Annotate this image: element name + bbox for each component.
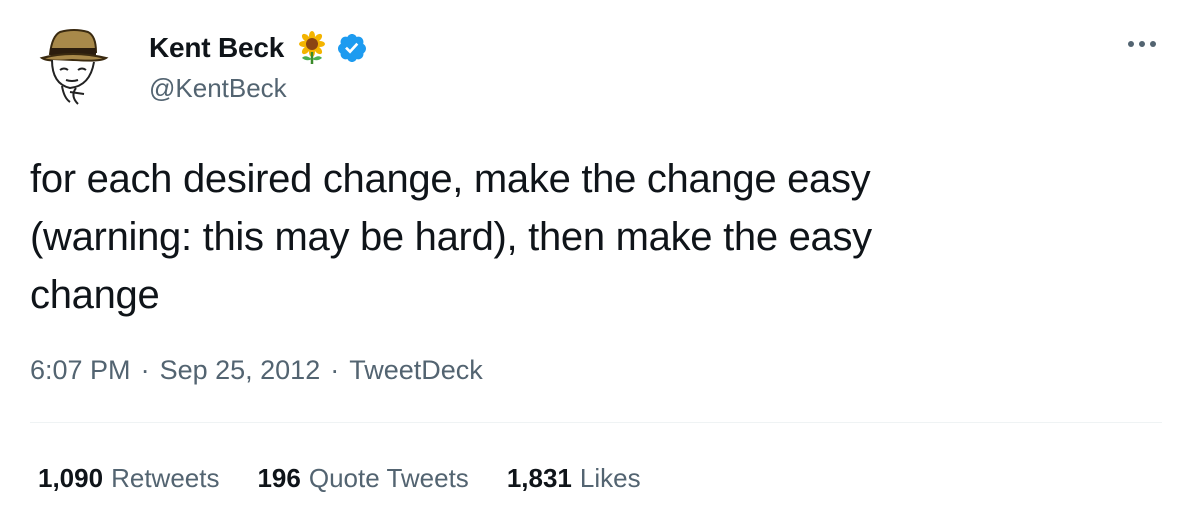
meta-separator: · <box>140 355 150 385</box>
retweets-count: 1,090 <box>38 463 104 493</box>
retweets-label: Retweets <box>111 463 220 493</box>
retweets-stat-link[interactable]: 1,090 Retweets <box>38 458 219 498</box>
more-horizontal-icon <box>1128 41 1156 47</box>
author-display-name[interactable]: Kent Beck <box>149 28 284 68</box>
verified-badge-icon[interactable] <box>336 32 368 64</box>
tweet-meta: 6:07 PM · Sep 25, 2012 · TweetDeck <box>30 350 483 390</box>
likes-count: 1,831 <box>506 463 572 493</box>
meta-separator: · <box>330 355 340 385</box>
likes-label: Likes <box>579 463 641 493</box>
tweet-card: Kent Beck @KentBeck for each desired cha… <box>0 0 1190 524</box>
divider <box>30 422 1162 423</box>
avatar-illustration <box>39 29 109 105</box>
tweet-stats: 1,090 Retweets 196 Quote Tweets 1,831 Likes <box>38 458 641 498</box>
likes-stat-link[interactable]: 1,831 Likes <box>507 458 641 498</box>
quote-tweets-label: Quote Tweets <box>308 463 469 493</box>
avatar[interactable] <box>30 18 122 110</box>
quote-tweets-count: 196 <box>257 463 301 493</box>
sunflower-icon <box>299 31 326 64</box>
tweet-text: for each desired change, make the change… <box>30 157 872 317</box>
tweet-source-link[interactable]: TweetDeck <box>349 350 483 390</box>
more-options-button[interactable] <box>1120 30 1164 58</box>
author-handle[interactable]: @KentBeck <box>149 70 287 106</box>
quote-tweets-stat-link[interactable]: 196 Quote Tweets <box>257 458 468 498</box>
author-name-row: Kent Beck <box>149 28 368 68</box>
tweet-time-link[interactable]: 6:07 PM <box>30 350 131 390</box>
tweet-date-link[interactable]: Sep 25, 2012 <box>160 350 321 390</box>
